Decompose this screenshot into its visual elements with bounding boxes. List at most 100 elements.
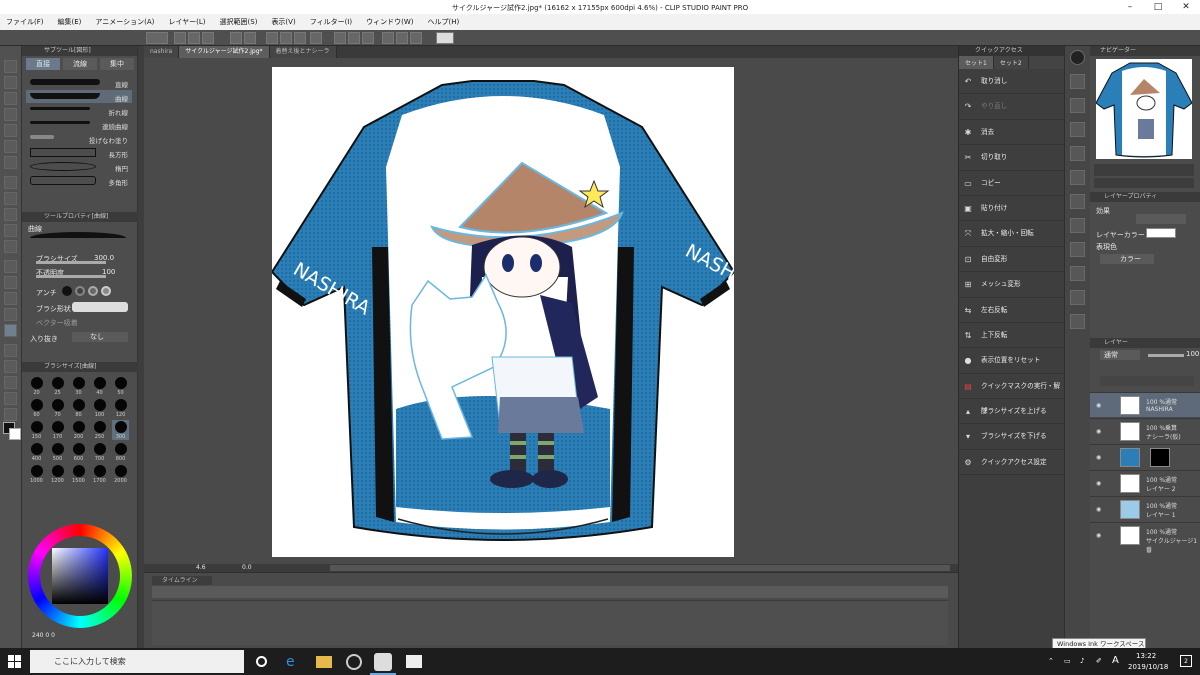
clear-outside-icon[interactable] [280, 32, 292, 44]
panel-icon-7[interactable] [1070, 218, 1085, 233]
subtool-item-line[interactable]: 直線 [26, 76, 132, 89]
qa-clear[interactable]: ✱ 消去 [959, 120, 1064, 146]
clip-studio-taskbar-icon[interactable] [346, 654, 362, 670]
file-explorer-icon[interactable] [316, 656, 332, 668]
fill-icon[interactable] [294, 32, 306, 44]
snap-ruler-icon[interactable] [382, 32, 394, 44]
close-button[interactable]: ✕ [1172, 0, 1200, 14]
size-170[interactable]: 170 [49, 420, 66, 440]
size-50[interactable]: 50 [112, 376, 129, 396]
saturation-value-square[interactable] [52, 548, 108, 604]
tab-nashira[interactable]: nashira [144, 46, 180, 58]
menu-window[interactable]: ウィンドウ(W) [366, 17, 413, 27]
size-40[interactable]: 40 [91, 376, 108, 396]
blend-tool-icon[interactable] [4, 276, 17, 289]
subtool-item-polyline[interactable]: 折れ線 [26, 104, 132, 117]
effect-buttons[interactable] [1136, 214, 1186, 224]
tab-change-nashira[interactable]: 着替え後とナシーラ [269, 46, 337, 58]
menu-selection[interactable]: 選択範囲(S) [220, 17, 258, 27]
size-1500[interactable]: 1500 [70, 464, 87, 484]
deselect-icon[interactable] [334, 32, 346, 44]
clock-date[interactable]: 2019/10/18 [1128, 663, 1168, 671]
transform-icon[interactable] [310, 32, 322, 44]
clip-studio-paint-taskbar-icon[interactable] [374, 653, 392, 671]
qa-tab-set2[interactable]: セット2 [994, 56, 1029, 69]
correction-tool-icon[interactable] [4, 408, 17, 421]
auto-select-icon[interactable] [4, 140, 17, 153]
brush-shape-select[interactable] [72, 302, 128, 312]
snap-grid-icon[interactable] [410, 32, 422, 44]
qa-cut[interactable]: ✂ 切り取り [959, 145, 1064, 171]
panel-icon-8[interactable] [1070, 242, 1085, 257]
eye-icon[interactable]: ◉ [1096, 480, 1101, 487]
new-file-icon[interactable] [174, 32, 186, 44]
eye-icon[interactable]: ◉ [1096, 506, 1101, 513]
size-600[interactable]: 600 [70, 442, 87, 462]
layer-row-character[interactable]: ◉ 100 %乗算 ナシーラ(仮) [1090, 418, 1200, 443]
blend-mode-select[interactable]: 通常 [1100, 350, 1140, 360]
size-30[interactable]: 30 [70, 376, 87, 396]
qa-redo[interactable]: ↷ やり直し [959, 94, 1064, 120]
size-100[interactable]: 100 [91, 398, 108, 418]
ime-indicator[interactable]: A [1112, 655, 1119, 666]
size-200[interactable]: 200 [70, 420, 87, 440]
qa-reset-view[interactable]: ● 表示位置をリセット [959, 348, 1064, 374]
invert-selection-icon[interactable] [348, 32, 360, 44]
figure-tool-icon[interactable] [4, 324, 17, 337]
qa-paste[interactable]: ▣ 貼り付け [959, 196, 1064, 222]
size-1200[interactable]: 1200 [49, 464, 66, 484]
taskbar-search-box[interactable]: ここに入力して検索 [30, 650, 244, 673]
layer-row-layer2[interactable]: ◉ 100 %通常 レイヤー 2 [1090, 470, 1200, 495]
panel-icon-5[interactable] [1070, 170, 1085, 185]
panel-icon-2[interactable] [1070, 98, 1085, 113]
eye-icon[interactable]: ◉ [1096, 428, 1101, 435]
qa-brush-size-down[interactable]: ▾ ブラシサイズを下げる [959, 424, 1064, 450]
size-300[interactable]: 300 [112, 420, 129, 440]
clock-time[interactable]: 13:22 [1136, 652, 1156, 660]
eye-icon[interactable]: ◉ [1096, 532, 1101, 539]
menu-filter[interactable]: フィルター(I) [310, 17, 352, 27]
subtool-item-curve[interactable]: 曲線 [26, 90, 132, 103]
ink-workspace-icon[interactable]: ✐ [1096, 657, 1102, 665]
eye-icon[interactable]: ◉ [1096, 454, 1101, 461]
size-70[interactable]: 70 [49, 398, 66, 418]
navigator-controls[interactable] [1094, 164, 1194, 176]
size-150[interactable]: 150 [28, 420, 45, 440]
subtool-item-polygon[interactable]: 多角形 [26, 174, 132, 187]
save-icon[interactable] [202, 32, 214, 44]
edge-icon[interactable]: e [286, 654, 302, 670]
tab-cycle-jersey[interactable]: サイクルジャージ試作2.jpg* [179, 46, 270, 58]
horizontal-scrollbar[interactable] [330, 565, 950, 571]
antialias-options[interactable] [62, 286, 122, 296]
notification-icon[interactable]: 2 [1180, 655, 1192, 667]
qa-flip-vertical[interactable]: ⇅ 上下反転 [959, 323, 1064, 349]
brush-tool-icon[interactable] [4, 208, 17, 221]
size-80[interactable]: 80 [70, 398, 87, 418]
clip-studio-icon[interactable] [146, 32, 168, 44]
windows-start-icon[interactable] [8, 655, 21, 668]
qa-tab-set1[interactable]: セット1 [959, 56, 994, 69]
size-1000[interactable]: 1000 [28, 464, 45, 484]
layer-opacity-slider[interactable] [1148, 354, 1184, 357]
maximize-button[interactable]: □ [1144, 0, 1172, 14]
move-tool-icon[interactable] [4, 108, 17, 121]
menu-edit[interactable]: 編集(E) [58, 17, 82, 27]
navigator-rotate-controls[interactable] [1094, 178, 1194, 188]
menu-view[interactable]: 表示(V) [271, 17, 295, 27]
selection-tool-icon[interactable] [4, 124, 17, 137]
clear-icon[interactable] [266, 32, 278, 44]
zoom-tool-icon[interactable] [4, 60, 17, 73]
balloon-tool-icon[interactable] [4, 392, 17, 405]
layer-row-mask[interactable]: ◉ [1090, 444, 1200, 469]
qa-free-transform[interactable]: ⊡ 自由変形 [959, 247, 1064, 273]
frame-tool-icon[interactable] [4, 344, 17, 357]
eyedropper-icon[interactable] [4, 156, 17, 169]
subtool-tab-focus[interactable]: 集中 [100, 58, 134, 70]
panel-icon-11[interactable] [1070, 314, 1085, 329]
panel-icon-9[interactable] [1070, 266, 1085, 281]
pen-tool-icon[interactable] [4, 176, 17, 189]
size-20[interactable]: 20 [28, 376, 45, 396]
expression-color-select[interactable]: カラー [1100, 254, 1154, 264]
help-icon[interactable] [436, 32, 454, 44]
gradient-tool-icon[interactable] [4, 308, 17, 321]
